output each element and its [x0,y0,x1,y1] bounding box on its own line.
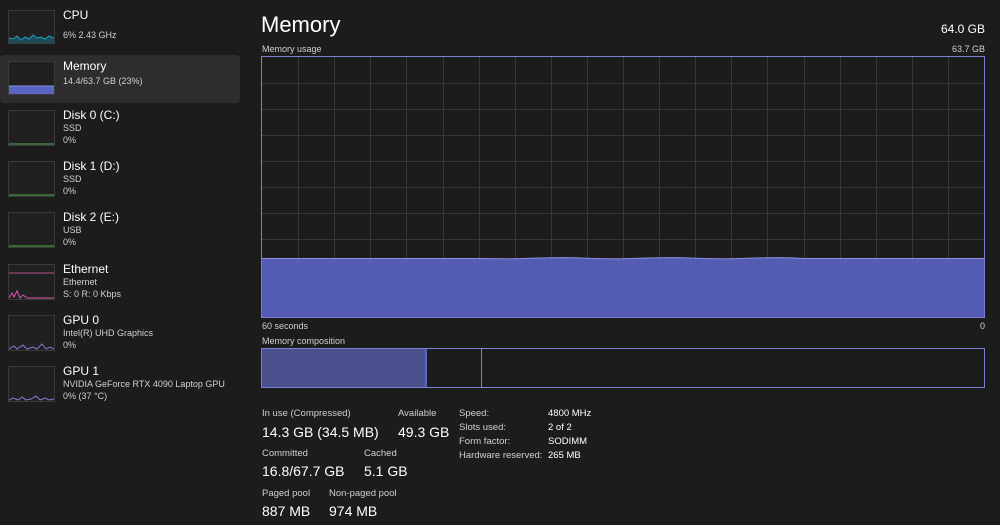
memory-composition-bar [261,348,985,388]
committed-label: Committed [262,448,308,459]
sidebar-item-subtitle: SSD [63,174,82,184]
sidebar-item-subtitle: 6% 2.43 GHz [63,30,117,40]
memory-usage-max: 63.7 GB [951,44,985,54]
paged-pool-value: 887 MB [262,503,311,519]
memory-total: 64.0 GB [940,22,985,36]
time-axis-end: 0 [979,321,985,331]
available-value: 49.3 GB [398,424,450,440]
sidebar-item-title: Disk 1 (D:) [63,159,120,173]
sidebar-item-title: Disk 2 (E:) [63,210,120,224]
sidebar-item-subtitle: NVIDIA GeForce RTX 4090 Laptop GPU [63,379,225,389]
sidebar-item-subtitle: SSD [63,123,82,133]
time-axis-start: 60 seconds [262,321,309,331]
cpu-thumbnail-graph [8,10,55,44]
sidebar-item-subtitle: USB [63,225,82,235]
paged-pool-label: Paged pool [262,488,311,499]
sidebar-item-title: GPU 1 [63,364,100,378]
form-factor-value: SODIMM [548,436,588,447]
sidebar-item-ethernet[interactable]: Ethernet Ethernet S: 0 R: 0 Kbps [0,258,240,306]
sidebar-item-subtitle: Intel(R) UHD Graphics [63,328,154,338]
sidebar-item-throughput: S: 0 R: 0 Kbps [63,289,122,299]
available-label: Available [398,408,437,419]
disk-thumbnail-graph [8,212,55,248]
sidebar-item-memory[interactable]: Memory 14.4/63.7 GB (23%) [0,55,240,103]
composition-in-use-segment[interactable] [262,349,426,387]
sidebar-item-gpu-1[interactable]: GPU 1 NVIDIA GeForce RTX 4090 Laptop GPU… [0,360,240,408]
sidebar-item-disk-1[interactable]: Disk 1 (D:) SSD 0% [0,155,240,203]
sidebar-item-usage: 0% [63,340,77,350]
sidebar-item-title: GPU 0 [63,313,100,327]
memory-usage-area [262,257,984,317]
slots-used-label: Slots used: [459,422,506,433]
memory-usage-label: Memory usage [262,44,322,54]
sidebar-item-title: Memory [63,59,107,73]
cached-label: Cached [364,448,397,459]
hardware-reserved-label: Hardware reserved: [459,450,543,461]
slots-used-value: 2 of 2 [548,422,572,433]
non-paged-pool-value: 974 MB [329,503,378,519]
sidebar-item-usage: 0% [63,237,77,247]
cached-value: 5.1 GB [364,463,408,479]
sidebar-item-subtitle: Ethernet [63,277,98,287]
hardware-reserved-value: 265 MB [548,450,581,461]
sidebar-item-gpu-0[interactable]: GPU 0 Intel(R) UHD Graphics 0% [0,309,240,357]
gpu-thumbnail-graph [8,366,55,402]
sidebar-item-subtitle: 14.4/63.7 GB (23%) [63,76,143,86]
sidebar: CPU 6% 2.43 GHz Memory 14.4/63.7 GB (23%… [0,0,240,525]
speed-value: 4800 MHz [548,408,592,419]
in-use-value: 14.3 GB (34.5 MB) [262,424,379,440]
sidebar-item-title: Disk 0 (C:) [63,108,120,122]
committed-value: 16.8/67.7 GB [262,463,345,479]
form-factor-label: Form factor: [459,436,511,447]
sidebar-item-disk-0[interactable]: Disk 0 (C:) SSD 0% [0,104,240,152]
memory-usage-graph [261,56,985,318]
ethernet-thumbnail-graph [8,264,55,300]
page-title: Memory [261,12,341,37]
sidebar-item-disk-2[interactable]: Disk 2 (E:) USB 0% [0,206,240,254]
speed-label: Speed: [459,408,490,419]
in-use-label: In use (Compressed) [262,408,351,419]
sidebar-item-usage: 0% (37 °C) [63,391,108,401]
sidebar-item-cpu[interactable]: CPU 6% 2.43 GHz [0,4,240,52]
disk-thumbnail-graph [8,110,55,146]
disk-thumbnail-graph [8,161,55,197]
memory-composition-label: Memory composition [262,336,346,346]
sidebar-item-title: CPU [63,8,89,22]
sidebar-item-usage: 0% [63,186,77,196]
composition-standby-segment[interactable] [427,349,483,387]
gpu-thumbnail-graph [8,315,55,351]
sidebar-item-usage: 0% [63,135,77,145]
sidebar-item-title: Ethernet [63,262,109,276]
non-paged-pool-label: Non-paged pool [329,488,397,499]
memory-thumbnail-graph [8,61,55,95]
